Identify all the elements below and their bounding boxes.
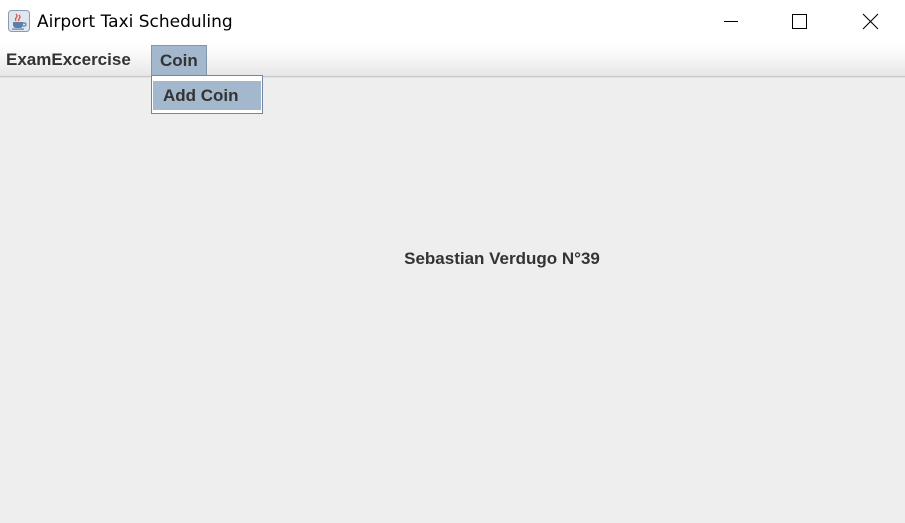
java-cup-icon[interactable] <box>8 10 30 32</box>
minimize-button[interactable] <box>708 0 754 44</box>
menubar-divider <box>0 77 905 78</box>
close-icon <box>862 13 879 30</box>
window-title: Airport Taxi Scheduling <box>37 12 233 32</box>
coin-menu-popup: Add Coin <box>151 75 263 114</box>
app-window: Airport Taxi Scheduling ExamExcercise Co… <box>0 0 905 523</box>
maximize-button[interactable] <box>776 0 822 44</box>
menu-bar: ExamExcercise Coin <box>0 44 905 77</box>
menu-examexcercise[interactable]: ExamExcercise <box>6 45 131 75</box>
minimize-icon <box>724 21 738 22</box>
close-button[interactable] <box>847 0 893 44</box>
menu-coin[interactable]: Coin <box>151 45 207 75</box>
menu-item-add-coin[interactable]: Add Coin <box>153 81 261 110</box>
maximize-icon <box>792 14 807 29</box>
student-name-label: Sebastian Verdugo N°39 <box>404 249 600 268</box>
title-bar[interactable]: Airport Taxi Scheduling <box>0 0 905 44</box>
